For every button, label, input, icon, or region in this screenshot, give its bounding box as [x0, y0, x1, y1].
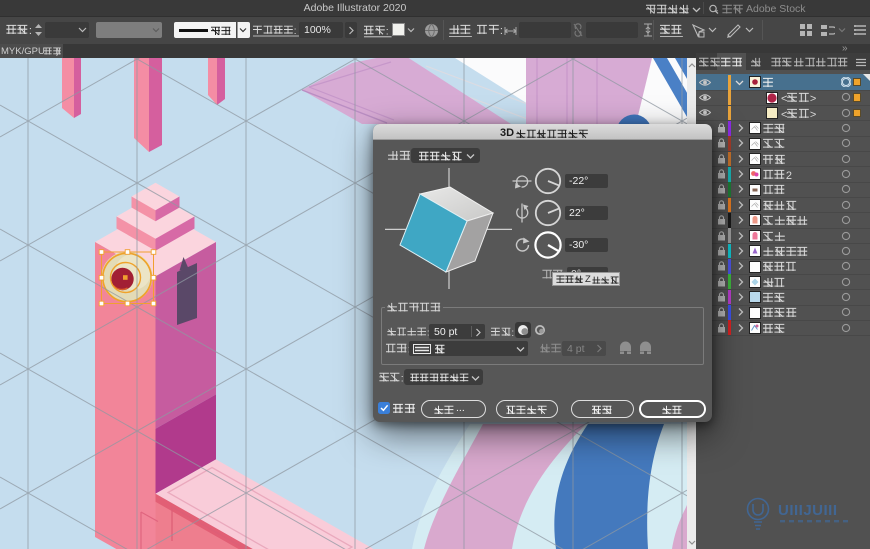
svg-text:UIIIJUIII: UIIIJUIII: [778, 502, 838, 519]
svg-text:>: >: [809, 109, 815, 121]
svg-text::: :: [511, 327, 514, 338]
svg-text:>: >: [809, 93, 815, 105]
svg-text::: :: [386, 25, 389, 37]
svg-text::: :: [294, 25, 297, 36]
svg-text::: :: [29, 25, 32, 37]
svg-text:2: 2: [786, 170, 792, 182]
svg-text:<: <: [781, 109, 787, 121]
svg-text::: :: [500, 25, 503, 37]
svg-text:<: <: [781, 93, 787, 105]
